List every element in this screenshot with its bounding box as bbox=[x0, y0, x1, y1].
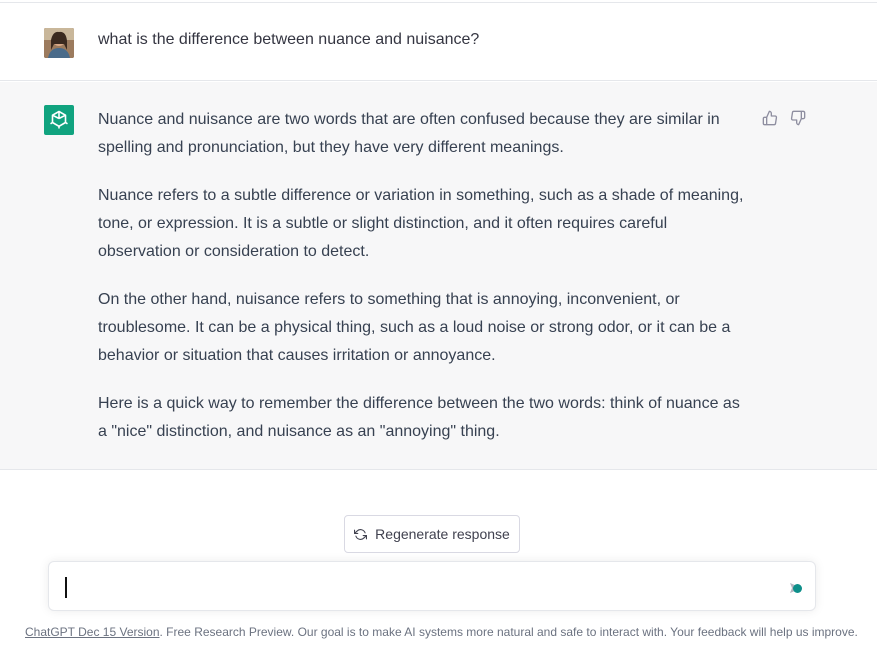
answer-paragraph: On the other hand, nuisance refers to so… bbox=[98, 291, 731, 364]
assistant-message-text: Nuance and nuisance are two words that a… bbox=[98, 106, 748, 446]
openai-logo-icon bbox=[44, 105, 74, 135]
send-button[interactable] bbox=[786, 578, 806, 598]
regenerate-response-button[interactable]: Regenerate response bbox=[344, 515, 520, 553]
refresh-icon bbox=[354, 528, 368, 541]
footer-disclaimer: ChatGPT Dec 15 Version. Free Research Pr… bbox=[25, 624, 858, 640]
message-composer bbox=[48, 561, 816, 611]
user-avatar bbox=[44, 28, 74, 58]
thumbs-up-icon[interactable] bbox=[762, 109, 778, 127]
feedback-buttons bbox=[762, 109, 806, 127]
thumbs-down-icon[interactable] bbox=[790, 109, 806, 127]
answer-paragraph: Here is a quick way to remember the diff… bbox=[98, 395, 740, 440]
answer-paragraph: Nuance refers to a subtle difference or … bbox=[98, 187, 744, 260]
user-message-row: what is the difference between nuance an… bbox=[0, 3, 877, 81]
answer-paragraph: Nuance and nuisance are two words that a… bbox=[98, 111, 720, 156]
message-input[interactable] bbox=[65, 574, 765, 600]
regenerate-label: Regenerate response bbox=[375, 526, 510, 542]
assistant-message-row: Nuance and nuisance are two words that a… bbox=[0, 82, 877, 470]
text-caret bbox=[65, 577, 67, 598]
send-icon bbox=[788, 580, 804, 596]
footer-text: . Free Research Preview. Our goal is to … bbox=[159, 625, 858, 639]
user-message-text: what is the difference between nuance an… bbox=[98, 31, 480, 48]
version-link[interactable]: ChatGPT Dec 15 Version bbox=[25, 625, 160, 639]
